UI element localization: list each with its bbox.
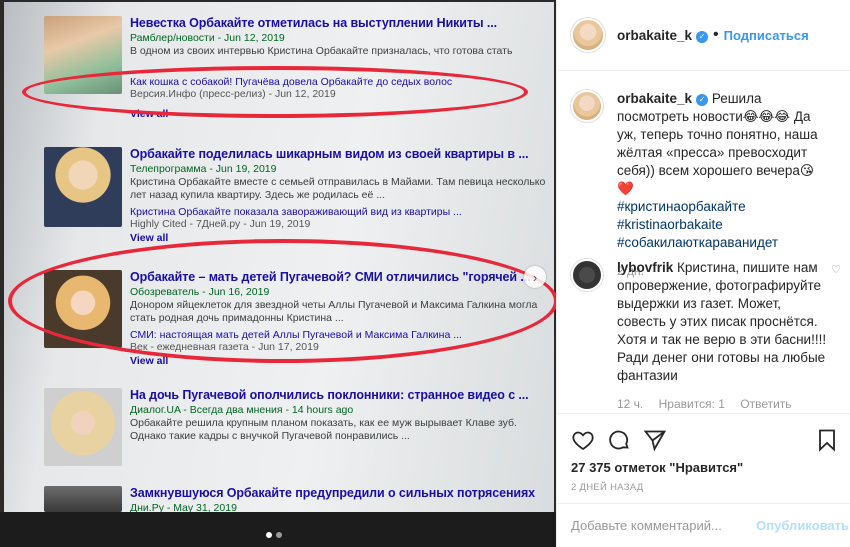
- caption-text: Решила посмотреть новости😂😂😂 Да уж, тепе…: [617, 91, 818, 196]
- separator-dot: •: [713, 26, 719, 43]
- result-subtitle[interactable]: Кристина Орбакайте показала завораживающ…: [130, 206, 548, 218]
- result-snippet: Орбакайте решила крупным планом показать…: [130, 417, 517, 442]
- carousel-dots: [266, 532, 282, 538]
- result-source: Диалог.UA - Всегда два мнения - 14 hours…: [130, 404, 354, 416]
- photo-bottom-bar: [0, 512, 556, 547]
- hashtag-link[interactable]: #kristinaorbakaite: [617, 216, 827, 234]
- hashtag-link[interactable]: #собакилаюткараванидет: [617, 234, 827, 252]
- monitor-screen: Невестка Орбакайте отметилась на выступл…: [4, 2, 556, 514]
- comment-item: lybovfrik Кристина, пишите нам опроверже…: [571, 259, 841, 413]
- result-snippet: В одном из своих интервью Кристина Орбак…: [130, 45, 513, 57]
- post-actions: 27 375 отметок "Нравится" 2 ДНЕЙ НАЗАД: [557, 413, 850, 493]
- comment-text: Кристина, пишите нам опровержение, фотог…: [617, 260, 827, 383]
- verified-icon: ✓: [696, 30, 709, 43]
- commenter-avatar[interactable]: [571, 259, 603, 291]
- result-source: Телепрограмма - Jun 19, 2019: [130, 163, 277, 175]
- result-snippet: Кристина Орбакайте вместе с семьей отпра…: [130, 176, 546, 201]
- highlight-circle: [8, 239, 556, 363]
- follow-button[interactable]: Подписаться: [724, 28, 809, 43]
- carousel-dot-active: [266, 532, 272, 538]
- caption-username[interactable]: orbakaite_k: [617, 91, 692, 106]
- post-date[interactable]: 2 ДНЕЙ НАЗАД: [571, 482, 644, 493]
- result-thumbnail: [44, 486, 122, 512]
- comment-username[interactable]: lybovfrik: [617, 260, 673, 275]
- publish-button[interactable]: Опубликовать: [756, 518, 849, 533]
- result-title[interactable]: Невестка Орбакайте отметилась на выступл…: [130, 16, 548, 30]
- result-title[interactable]: Замкнувшуюся Орбакайте предупредили о си…: [130, 486, 548, 500]
- comment-input[interactable]: Добавьте комментарий...: [571, 518, 756, 533]
- caption: orbakaite_k ✓ Решила посмотреть новости😂😂…: [571, 90, 841, 280]
- author-avatar[interactable]: [571, 18, 605, 52]
- comment-like-icon[interactable]: ♡: [831, 263, 841, 276]
- author-username[interactable]: orbakaite_k ✓: [617, 28, 709, 43]
- add-comment-bar: Добавьте комментарий... Опубликовать: [557, 503, 850, 547]
- verified-icon: ✓: [696, 94, 709, 106]
- comment-time[interactable]: 12 ч.: [617, 397, 643, 411]
- like-heart-icon[interactable]: [571, 428, 595, 452]
- result-subsource: Highly Cited - 7Дней.ру - Jun 19, 2019: [130, 218, 311, 230]
- result-title[interactable]: На дочь Пугачевой ополчились поклонники:…: [130, 388, 548, 402]
- next-image-button[interactable]: ›: [524, 266, 546, 288]
- reply-button[interactable]: Ответить: [740, 397, 791, 411]
- post-sidebar: orbakaite_k ✓ • Подписаться orbakaite_k ✓ …: [556, 0, 850, 547]
- result-title[interactable]: Орбакайте поделилась шикарным видом из с…: [130, 147, 548, 161]
- comment-likes[interactable]: Нравится: 1: [659, 397, 725, 411]
- result-source: Рамблер/новости - Jun 12, 2019: [130, 32, 285, 44]
- author-avatar[interactable]: [571, 90, 603, 122]
- result-thumbnail: [44, 147, 122, 227]
- bookmark-icon[interactable]: [815, 428, 839, 452]
- share-icon[interactable]: [643, 428, 667, 452]
- comment-bubble-icon[interactable]: [607, 428, 631, 452]
- comments-section: orbakaite_k ✓ Решила посмотреть новости😂😂…: [557, 72, 850, 413]
- post-photo[interactable]: Невестка Орбакайте отметилась на выступл…: [0, 0, 556, 547]
- highlight-circle: [22, 66, 528, 118]
- hashtag-link[interactable]: #кристинаорбакайте: [617, 198, 827, 216]
- carousel-dot: [276, 532, 282, 538]
- likes-count[interactable]: 27 375 отметок "Нравится": [571, 460, 743, 475]
- result-thumbnail: [44, 388, 122, 466]
- post-header: orbakaite_k ✓ • Подписаться: [557, 0, 850, 71]
